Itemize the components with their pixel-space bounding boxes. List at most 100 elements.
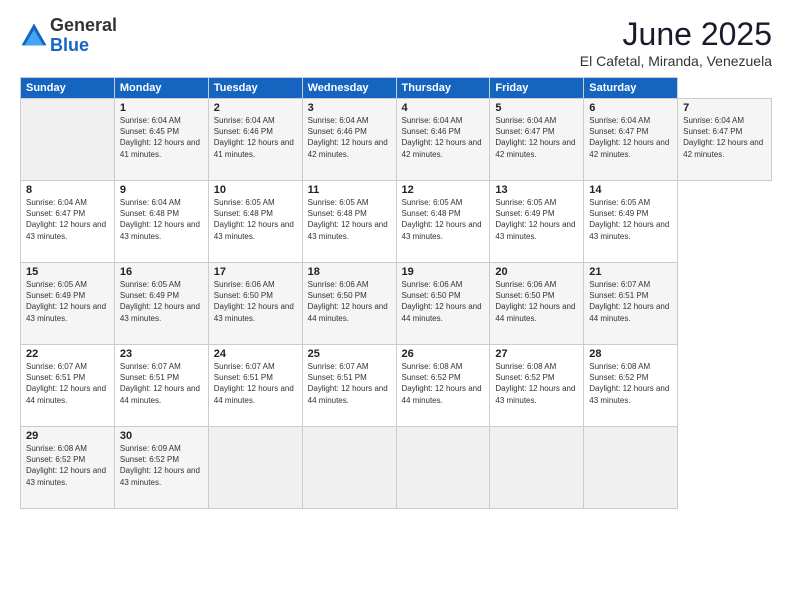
table-row: 21Sunrise: 6:07 AMSunset: 6:51 PMDayligh… — [584, 263, 678, 345]
col-monday: Monday — [114, 78, 208, 99]
day-number: 29 — [26, 430, 109, 442]
calendar-week-row: 1Sunrise: 6:04 AMSunset: 6:45 PMDaylight… — [21, 99, 772, 181]
day-info: Sunrise: 6:07 AMSunset: 6:51 PMDaylight:… — [589, 279, 672, 324]
day-number: 25 — [308, 348, 391, 360]
header: General Blue June 2025 El Cafetal, Miran… — [20, 16, 772, 69]
day-number: 10 — [214, 184, 297, 196]
table-row: 26Sunrise: 6:08 AMSunset: 6:52 PMDayligh… — [396, 345, 490, 427]
calendar-week-row: 15 Sunrise: 6:05 AMSunset: 6:49 PMDayligh… — [21, 263, 772, 345]
day-info: Sunrise: 6:04 AMSunset: 6:47 PMDaylight:… — [589, 115, 672, 160]
day-number: 6 — [589, 102, 672, 114]
day-number: 11 — [308, 184, 391, 196]
calendar-week-row: 8Sunrise: 6:04 AMSunset: 6:47 PMDaylight… — [21, 181, 772, 263]
table-row — [21, 99, 115, 181]
day-number: 21 — [589, 266, 672, 278]
title-block: June 2025 El Cafetal, Miranda, Venezuela — [580, 16, 772, 69]
col-sunday: Sunday — [21, 78, 115, 99]
table-row: 28Sunrise: 6:08 AMSunset: 6:52 PMDayligh… — [584, 345, 678, 427]
day-info: Sunrise: 6:07 AMSunset: 6:51 PMDaylight:… — [26, 361, 109, 406]
day-info: Sunrise: 6:07 AMSunset: 6:51 PMDaylight:… — [120, 361, 203, 406]
day-info: Sunrise: 6:06 AMSunset: 6:50 PMDaylight:… — [495, 279, 578, 324]
day-number: 15 — [26, 266, 109, 278]
day-info: Sunrise: 6:05 AMSunset: 6:48 PMDaylight:… — [308, 197, 391, 242]
day-info: Sunrise: 6:06 AMSunset: 6:50 PMDaylight:… — [308, 279, 391, 324]
day-number: 13 — [495, 184, 578, 196]
day-info: Sunrise: 6:05 AMSunset: 6:49 PMDaylight:… — [495, 197, 578, 242]
day-number: 22 — [26, 348, 109, 360]
day-number: 26 — [402, 348, 485, 360]
day-info: Sunrise: 6:04 AMSunset: 6:47 PMDaylight:… — [26, 197, 109, 242]
logo-icon — [20, 22, 48, 50]
day-number: 4 — [402, 102, 485, 114]
day-info: Sunrise: 6:04 AMSunset: 6:46 PMDaylight:… — [402, 115, 485, 160]
day-info: Sunrise: 6:04 AMSunset: 6:47 PMDaylight:… — [683, 115, 766, 160]
table-row: 5Sunrise: 6:04 AMSunset: 6:47 PMDaylight… — [490, 99, 584, 181]
col-saturday: Saturday — [584, 78, 678, 99]
logo: General Blue — [20, 16, 117, 56]
day-number: 30 — [120, 430, 203, 442]
day-info: Sunrise: 6:05 AMSunset: 6:49 PMDaylight:… — [589, 197, 672, 242]
day-number: 7 — [683, 102, 766, 114]
calendar-table: Sunday Monday Tuesday Wednesday Thursday… — [20, 77, 772, 509]
table-row: 22Sunrise: 6:07 AMSunset: 6:51 PMDayligh… — [21, 345, 115, 427]
day-info: Sunrise: 6:09 AMSunset: 6:52 PMDaylight:… — [120, 443, 203, 488]
day-number: 18 — [308, 266, 391, 278]
day-info: Sunrise: 6:05 AMSunset: 6:49 PMDaylight:… — [120, 279, 203, 324]
day-number: 1 — [120, 102, 203, 114]
day-info: Sunrise: 6:08 AMSunset: 6:52 PMDaylight:… — [589, 361, 672, 406]
table-row: 1Sunrise: 6:04 AMSunset: 6:45 PMDaylight… — [114, 99, 208, 181]
table-row: 8Sunrise: 6:04 AMSunset: 6:47 PMDaylight… — [21, 181, 115, 263]
table-row — [584, 427, 678, 509]
day-number: 5 — [495, 102, 578, 114]
day-info: Sunrise: 6:07 AMSunset: 6:51 PMDaylight:… — [308, 361, 391, 406]
day-info: Sunrise: 6:04 AMSunset: 6:45 PMDaylight:… — [120, 115, 203, 160]
day-number: 19 — [402, 266, 485, 278]
day-info: Sunrise: 6:07 AMSunset: 6:51 PMDaylight:… — [214, 361, 297, 406]
day-number: 28 — [589, 348, 672, 360]
table-row: 24Sunrise: 6:07 AMSunset: 6:51 PMDayligh… — [208, 345, 302, 427]
table-row — [396, 427, 490, 509]
col-friday: Friday — [490, 78, 584, 99]
table-row: 2Sunrise: 6:04 AMSunset: 6:46 PMDaylight… — [208, 99, 302, 181]
day-number: 23 — [120, 348, 203, 360]
day-info: Sunrise: 6:05 AMSunset: 6:48 PMDaylight:… — [402, 197, 485, 242]
day-info: Sunrise: 6:04 AMSunset: 6:46 PMDaylight:… — [308, 115, 391, 160]
table-row: 4Sunrise: 6:04 AMSunset: 6:46 PMDaylight… — [396, 99, 490, 181]
day-info: Sunrise: 6:08 AMSunset: 6:52 PMDaylight:… — [495, 361, 578, 406]
table-row: 13Sunrise: 6:05 AMSunset: 6:49 PMDayligh… — [490, 181, 584, 263]
table-row — [302, 427, 396, 509]
day-number: 8 — [26, 184, 109, 196]
day-number: 24 — [214, 348, 297, 360]
table-row — [208, 427, 302, 509]
table-row: 10Sunrise: 6:05 AMSunset: 6:48 PMDayligh… — [208, 181, 302, 263]
day-number: 14 — [589, 184, 672, 196]
table-row: 11Sunrise: 6:05 AMSunset: 6:48 PMDayligh… — [302, 181, 396, 263]
table-row: 15Sunrise: 6:05 AMSunset: 6:49 PMDayligh… — [21, 263, 115, 345]
col-thursday: Thursday — [396, 78, 490, 99]
table-row: 30Sunrise: 6:09 AMSunset: 6:52 PMDayligh… — [114, 427, 208, 509]
day-info: Sunrise: 6:08 AMSunset: 6:52 PMDaylight:… — [402, 361, 485, 406]
calendar-subtitle: El Cafetal, Miranda, Venezuela — [580, 53, 772, 69]
table-row — [490, 427, 584, 509]
calendar-header-row: Sunday Monday Tuesday Wednesday Thursday… — [21, 78, 772, 99]
day-number: 2 — [214, 102, 297, 114]
day-info: Sunrise: 6:04 AMSunset: 6:47 PMDaylight:… — [495, 115, 578, 160]
table-row: 27Sunrise: 6:08 AMSunset: 6:52 PMDayligh… — [490, 345, 584, 427]
table-row: 9Sunrise: 6:04 AMSunset: 6:48 PMDaylight… — [114, 181, 208, 263]
table-row: 16Sunrise: 6:05 AMSunset: 6:49 PMDayligh… — [114, 263, 208, 345]
table-row: 7Sunrise: 6:04 AMSunset: 6:47 PMDaylight… — [678, 99, 772, 181]
calendar-week-row: 29Sunrise: 6:08 AMSunset: 6:52 PMDayligh… — [21, 427, 772, 509]
day-number: 20 — [495, 266, 578, 278]
table-row: 17Sunrise: 6:06 AMSunset: 6:50 PMDayligh… — [208, 263, 302, 345]
day-info: Sunrise: 6:08 AMSunset: 6:52 PMDaylight:… — [26, 443, 109, 488]
day-number: 3 — [308, 102, 391, 114]
day-info: Sunrise: 6:04 AMSunset: 6:46 PMDaylight:… — [214, 115, 297, 160]
day-info: Sunrise: 6:06 AMSunset: 6:50 PMDaylight:… — [402, 279, 485, 324]
table-row: 25Sunrise: 6:07 AMSunset: 6:51 PMDayligh… — [302, 345, 396, 427]
day-info: Sunrise: 6:06 AMSunset: 6:50 PMDaylight:… — [214, 279, 297, 324]
col-tuesday: Tuesday — [208, 78, 302, 99]
col-wednesday: Wednesday — [302, 78, 396, 99]
table-row: 19Sunrise: 6:06 AMSunset: 6:50 PMDayligh… — [396, 263, 490, 345]
calendar-week-row: 22Sunrise: 6:07 AMSunset: 6:51 PMDayligh… — [21, 345, 772, 427]
page: General Blue June 2025 El Cafetal, Miran… — [0, 0, 792, 612]
